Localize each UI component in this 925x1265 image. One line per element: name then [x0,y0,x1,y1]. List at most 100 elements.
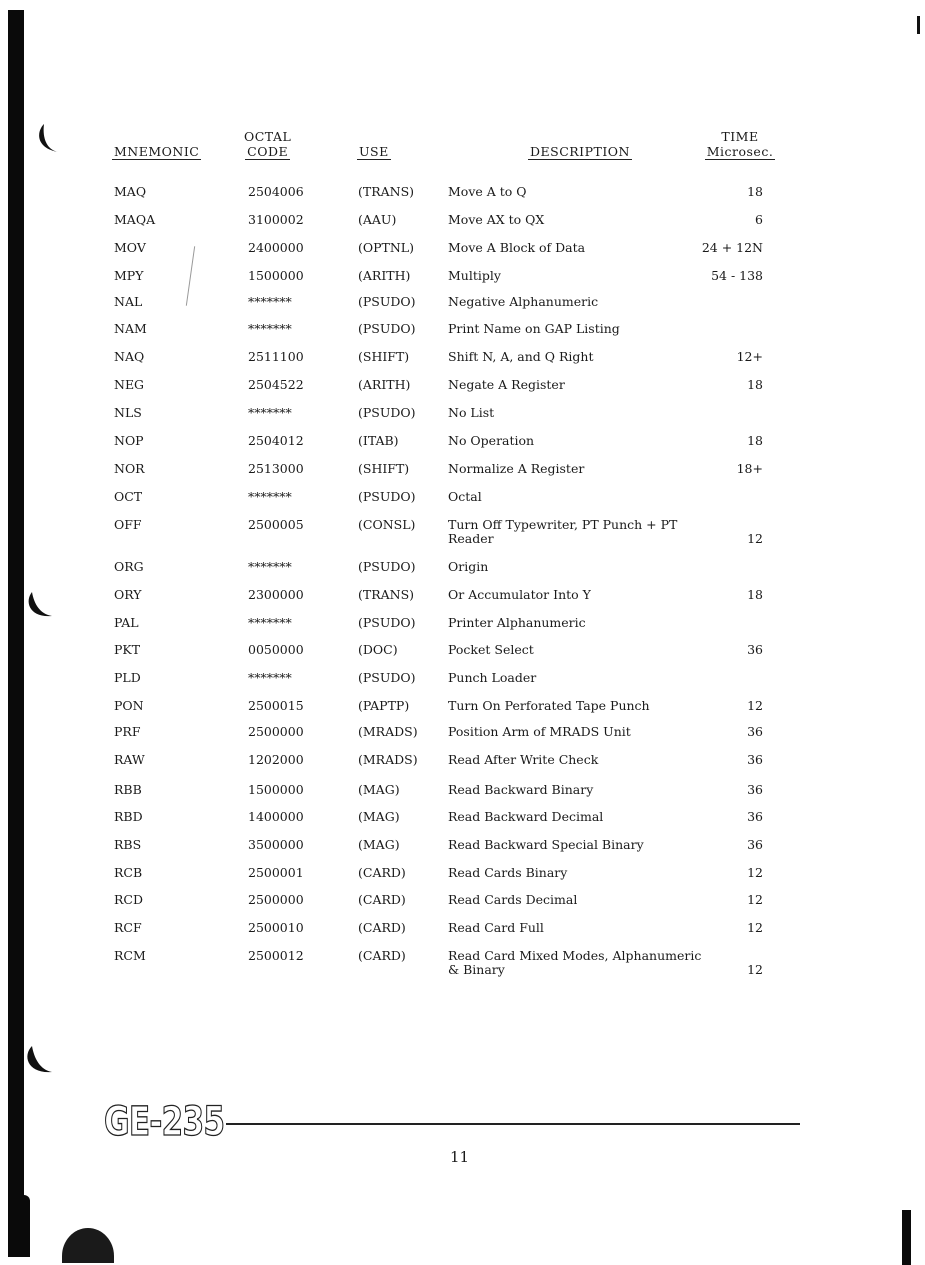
mnemonic-cell: NAL [114,294,143,309]
ge-235-logo: GE-235 [103,1098,225,1145]
time-cell: 54 - 138 [711,268,763,283]
description-cell: Punch Loader [448,670,537,685]
mnemonic-cell: RCB [114,865,143,880]
description-cell: Read Backward Special Binary [448,837,644,852]
octal-code-cell: 2300000 [248,587,304,602]
use-cell: (AAU) [358,212,397,227]
description-cell: Read Card Full [448,920,544,935]
use-cell: (TRANS) [358,184,415,199]
time-cell: 12 [747,962,763,977]
use-cell: (CARD) [358,865,406,880]
time-cell: 12 [747,892,763,907]
description-cell: No List [448,405,495,420]
description-cell: Turn On Perforated Tape Punch [448,698,650,713]
description-cell: Printer Alphanumeric [448,615,586,630]
description-cell: Negative Alphanumeric [448,294,599,309]
time-cell: 18+ [736,461,763,476]
use-cell: (SHIFT) [358,461,410,476]
use-cell: (OPTNL) [358,240,414,255]
mnemonic-cell: PON [114,698,144,713]
use-cell: (MAG) [358,782,400,797]
header-description-label: DESCRIPTION [528,144,632,160]
punch-hole-mark-middle [22,590,52,622]
time-cell: 12 [747,531,763,546]
punch-hole-mark-top [30,122,60,154]
description-cell: Negate A Register [448,377,565,392]
octal-code-cell: 1400000 [248,809,304,824]
octal-code-cell: 2513000 [248,461,304,476]
header-mnemonic: MNEMONIC [112,144,202,160]
mnemonic-cell: NEG [114,377,145,392]
mnemonic-cell: PKT [114,642,141,657]
header-time: TIME Microsec. [702,129,778,160]
description-cell: Read Card Mixed Modes, Alphanumeric [448,948,702,963]
use-cell: (PSUDO) [358,294,416,309]
header-mnemonic-label: MNEMONIC [112,144,202,160]
description-cell: Origin [448,559,489,574]
octal-code-cell: 3500000 [248,837,304,852]
octal-code-cell: ******* [248,670,292,685]
description-cell: Normalize A Register [448,461,585,476]
use-cell: (ARITH) [358,377,411,392]
octal-code-cell: 2500010 [248,920,304,935]
mnemonic-cell: NOP [114,433,144,448]
octal-code-cell: 2500015 [248,698,304,713]
time-cell: 24 + 12N [701,240,763,255]
description-cell: Position Arm of MRADS Unit [448,724,631,739]
mnemonic-cell: MAQA [114,212,156,227]
time-cell: 36 [747,724,763,739]
octal-code-cell: ******* [248,321,292,336]
use-cell: (PSUDO) [358,615,416,630]
octal-code-cell: ******* [248,405,292,420]
use-cell: (DOC) [358,642,398,657]
description-cell: Multiply [448,268,501,283]
header-octal-code: OCTAL CODE [244,129,291,160]
octal-code-cell: ******* [248,489,292,504]
use-cell: (PSUDO) [358,321,416,336]
mnemonic-cell: NOR [114,461,145,476]
octal-code-cell: ******* [248,615,292,630]
description-cell: Move A to Q [448,184,527,199]
description-cell-continued: & Binary [448,962,505,977]
mnemonic-cell: RCF [114,920,142,935]
time-cell: 36 [747,642,763,657]
mnemonic-cell: MOV [114,240,146,255]
time-cell: 18 [747,587,763,602]
use-cell: (PSUDO) [358,670,416,685]
description-cell-continued: Reader [448,531,494,546]
use-cell: (MAG) [358,809,400,824]
edge-mark [917,16,920,34]
header-use-label: USE [357,144,391,160]
use-cell: (MAG) [358,837,400,852]
mnemonic-cell: PAL [114,615,139,630]
use-cell: (CARD) [358,920,406,935]
time-cell: 36 [747,809,763,824]
octal-code-cell: 2504522 [248,377,304,392]
mnemonic-cell: RBB [114,782,142,797]
description-cell: Read Backward Binary [448,782,594,797]
description-cell: Move A Block of Data [448,240,586,255]
time-cell: 18 [747,184,763,199]
octal-code-cell: 0050000 [248,642,304,657]
mnemonic-cell: ORG [114,559,144,574]
octal-code-cell: ******* [248,294,292,309]
mnemonic-cell: PLD [114,670,141,685]
description-cell: Move AX to QX [448,212,545,227]
mnemonic-cell: ORY [114,587,142,602]
mnemonic-cell: RBD [114,809,143,824]
description-cell: Read After Write Check [448,752,599,767]
mnemonic-cell: NLS [114,405,142,420]
octal-code-cell: ******* [248,559,292,574]
use-cell: (ARITH) [358,268,411,283]
octal-code-cell: 2500000 [248,892,304,907]
use-cell: (CONSL) [358,517,416,532]
time-cell: 12+ [736,349,763,364]
octal-code-cell: 2511100 [248,349,304,364]
octal-code-cell: 2500005 [248,517,304,532]
octal-code-cell: 1500000 [248,782,304,797]
time-cell: 6 [755,212,763,227]
mnemonic-cell: MPY [114,268,144,283]
use-cell: (PSUDO) [358,559,416,574]
stray-pen-mark [185,246,196,306]
octal-code-cell: 2500012 [248,948,304,963]
